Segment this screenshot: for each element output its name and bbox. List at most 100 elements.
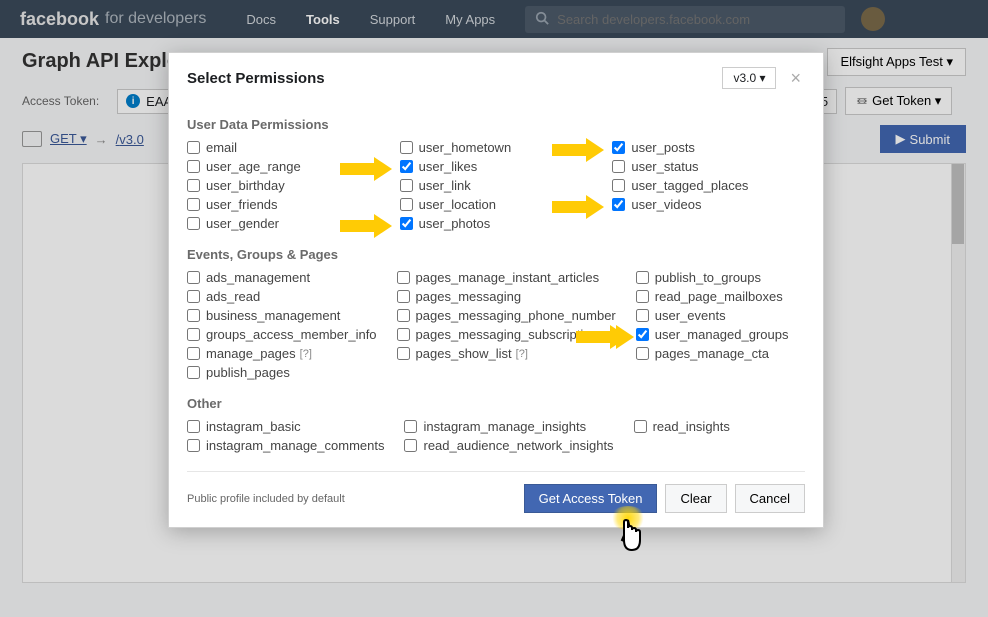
- section-heading: User Data Permissions: [187, 117, 805, 132]
- perm-checkbox[interactable]: [400, 160, 413, 173]
- perm-label: user_posts: [631, 140, 695, 155]
- perm-label: user_friends: [206, 197, 278, 212]
- perm-checkbox[interactable]: [397, 309, 410, 322]
- perm-user_photos[interactable]: user_photos: [400, 216, 593, 231]
- perm-checkbox[interactable]: [612, 160, 625, 173]
- perm-checkbox[interactable]: [187, 366, 200, 379]
- perm-user_likes[interactable]: user_likes: [400, 159, 593, 174]
- perm-groups_access_member_info[interactable]: groups_access_member_info: [187, 327, 377, 342]
- perm-label: instagram_manage_comments: [206, 438, 384, 453]
- perm-pages_manage_instant_articles[interactable]: pages_manage_instant_articles: [397, 270, 616, 285]
- close-icon[interactable]: ×: [786, 68, 805, 89]
- perm-publish_pages[interactable]: publish_pages: [187, 365, 377, 380]
- perm-checkbox[interactable]: [636, 271, 649, 284]
- perm-checkbox[interactable]: [187, 160, 200, 173]
- section-heading: Events, Groups & Pages: [187, 247, 805, 262]
- help-icon[interactable]: [?]: [516, 348, 528, 360]
- perm-manage_pages[interactable]: manage_pages[?]: [187, 346, 377, 361]
- perm-checkbox[interactable]: [187, 217, 200, 230]
- perm-checkbox[interactable]: [636, 328, 649, 341]
- perm-pages_messaging[interactable]: pages_messaging: [397, 289, 616, 304]
- perm-checkbox[interactable]: [397, 328, 410, 341]
- perm-label: user_photos: [419, 216, 491, 231]
- perm-user_age_range[interactable]: user_age_range: [187, 159, 380, 174]
- perm-column: user_hometown user_likes user_link user_loc…: [400, 140, 593, 235]
- perm-read_page_mailboxes[interactable]: read_page_mailboxes: [636, 289, 805, 304]
- permissions-modal: Select Permissions v3.0 ▾ × User Data Pe…: [168, 52, 824, 528]
- perm-user_events[interactable]: user_events: [636, 308, 805, 323]
- perm-checkbox[interactable]: [187, 309, 200, 322]
- perm-pages_manage_cta[interactable]: pages_manage_cta: [636, 346, 805, 361]
- perm-read_insights[interactable]: read_insights: [634, 419, 805, 434]
- perm-checkbox[interactable]: [187, 439, 200, 452]
- perm-pages_messaging_subscriptions[interactable]: pages_messaging_subscriptions: [397, 327, 616, 342]
- perm-ads_read[interactable]: ads_read: [187, 289, 377, 304]
- perm-label: user_likes: [419, 159, 478, 174]
- perm-pages_messaging_phone_number[interactable]: pages_messaging_phone_number: [397, 308, 616, 323]
- perm-checkbox[interactable]: [636, 347, 649, 360]
- perm-checkbox[interactable]: [187, 198, 200, 211]
- perm-user_posts[interactable]: user_posts: [612, 140, 805, 155]
- perm-user_link[interactable]: user_link: [400, 178, 593, 193]
- perm-checkbox[interactable]: [400, 141, 413, 154]
- perm-checkbox[interactable]: [612, 198, 625, 211]
- perm-user_friends[interactable]: user_friends: [187, 197, 380, 212]
- perm-checkbox[interactable]: [612, 141, 625, 154]
- cancel-button[interactable]: Cancel: [735, 484, 805, 513]
- perm-checkbox[interactable]: [187, 179, 200, 192]
- perm-checkbox[interactable]: [187, 420, 200, 433]
- perm-publish_to_groups[interactable]: publish_to_groups: [636, 270, 805, 285]
- perm-ads_management[interactable]: ads_management: [187, 270, 377, 285]
- perm-checkbox[interactable]: [397, 290, 410, 303]
- perm-checkbox[interactable]: [187, 141, 200, 154]
- perm-user_birthday[interactable]: user_birthday: [187, 178, 380, 193]
- perm-label: instagram_basic: [206, 419, 301, 434]
- perm-read_audience_network_insights[interactable]: read_audience_network_insights: [404, 438, 613, 453]
- perm-checkbox[interactable]: [187, 290, 200, 303]
- perm-label: ads_management: [206, 270, 310, 285]
- perm-columns: ads_management ads_read business_managemen…: [187, 270, 805, 384]
- perm-user_hometown[interactable]: user_hometown: [400, 140, 593, 155]
- perm-user_videos[interactable]: user_videos: [612, 197, 805, 212]
- perm-checkbox[interactable]: [612, 179, 625, 192]
- perm-label: user_tagged_places: [631, 178, 748, 193]
- version-select[interactable]: v3.0 ▾: [722, 67, 776, 89]
- perm-instagram_basic[interactable]: instagram_basic: [187, 419, 384, 434]
- perm-label: pages_manage_instant_articles: [416, 270, 600, 285]
- perm-column: instagram_manage_insights read_audience_n…: [404, 419, 613, 457]
- perm-checkbox[interactable]: [400, 179, 413, 192]
- perm-user_gender[interactable]: user_gender: [187, 216, 380, 231]
- perm-instagram_manage_insights[interactable]: instagram_manage_insights: [404, 419, 613, 434]
- perm-label: read_page_mailboxes: [655, 289, 783, 304]
- perm-user_status[interactable]: user_status: [612, 159, 805, 174]
- perm-checkbox[interactable]: [404, 439, 417, 452]
- perm-checkbox[interactable]: [397, 271, 410, 284]
- clear-button[interactable]: Clear: [665, 484, 726, 513]
- perm-pages_show_list[interactable]: pages_show_list [?]: [397, 346, 616, 361]
- perm-checkbox[interactable]: [634, 420, 647, 433]
- perm-checkbox[interactable]: [397, 347, 410, 360]
- perm-user_tagged_places[interactable]: user_tagged_places: [612, 178, 805, 193]
- perm-label: pages_show_list: [416, 346, 512, 361]
- perm-checkbox[interactable]: [187, 271, 200, 284]
- perm-label: ads_read: [206, 289, 260, 304]
- perm-user_managed_groups[interactable]: user_managed_groups: [636, 327, 805, 342]
- perm-checkbox[interactable]: [187, 347, 200, 360]
- modal-buttons: Get Access Token Clear Cancel: [524, 484, 805, 513]
- perm-checkbox[interactable]: [404, 420, 417, 433]
- get-access-token-button[interactable]: Get Access Token: [524, 484, 658, 513]
- perm-user_location[interactable]: user_location: [400, 197, 593, 212]
- modal-title: Select Permissions: [187, 70, 722, 87]
- perm-instagram_manage_comments[interactable]: instagram_manage_comments: [187, 438, 384, 453]
- perm-business_management[interactable]: business_management: [187, 308, 377, 323]
- perm-email[interactable]: email: [187, 140, 380, 155]
- perm-checkbox[interactable]: [636, 309, 649, 322]
- help-icon[interactable]: [?]: [300, 348, 312, 360]
- perm-checkbox[interactable]: [636, 290, 649, 303]
- perm-label: instagram_manage_insights: [423, 419, 586, 434]
- section-heading: Other: [187, 396, 805, 411]
- perm-checkbox[interactable]: [400, 217, 413, 230]
- perm-checkbox[interactable]: [400, 198, 413, 211]
- perm-checkbox[interactable]: [187, 328, 200, 341]
- perm-label: user_link: [419, 178, 471, 193]
